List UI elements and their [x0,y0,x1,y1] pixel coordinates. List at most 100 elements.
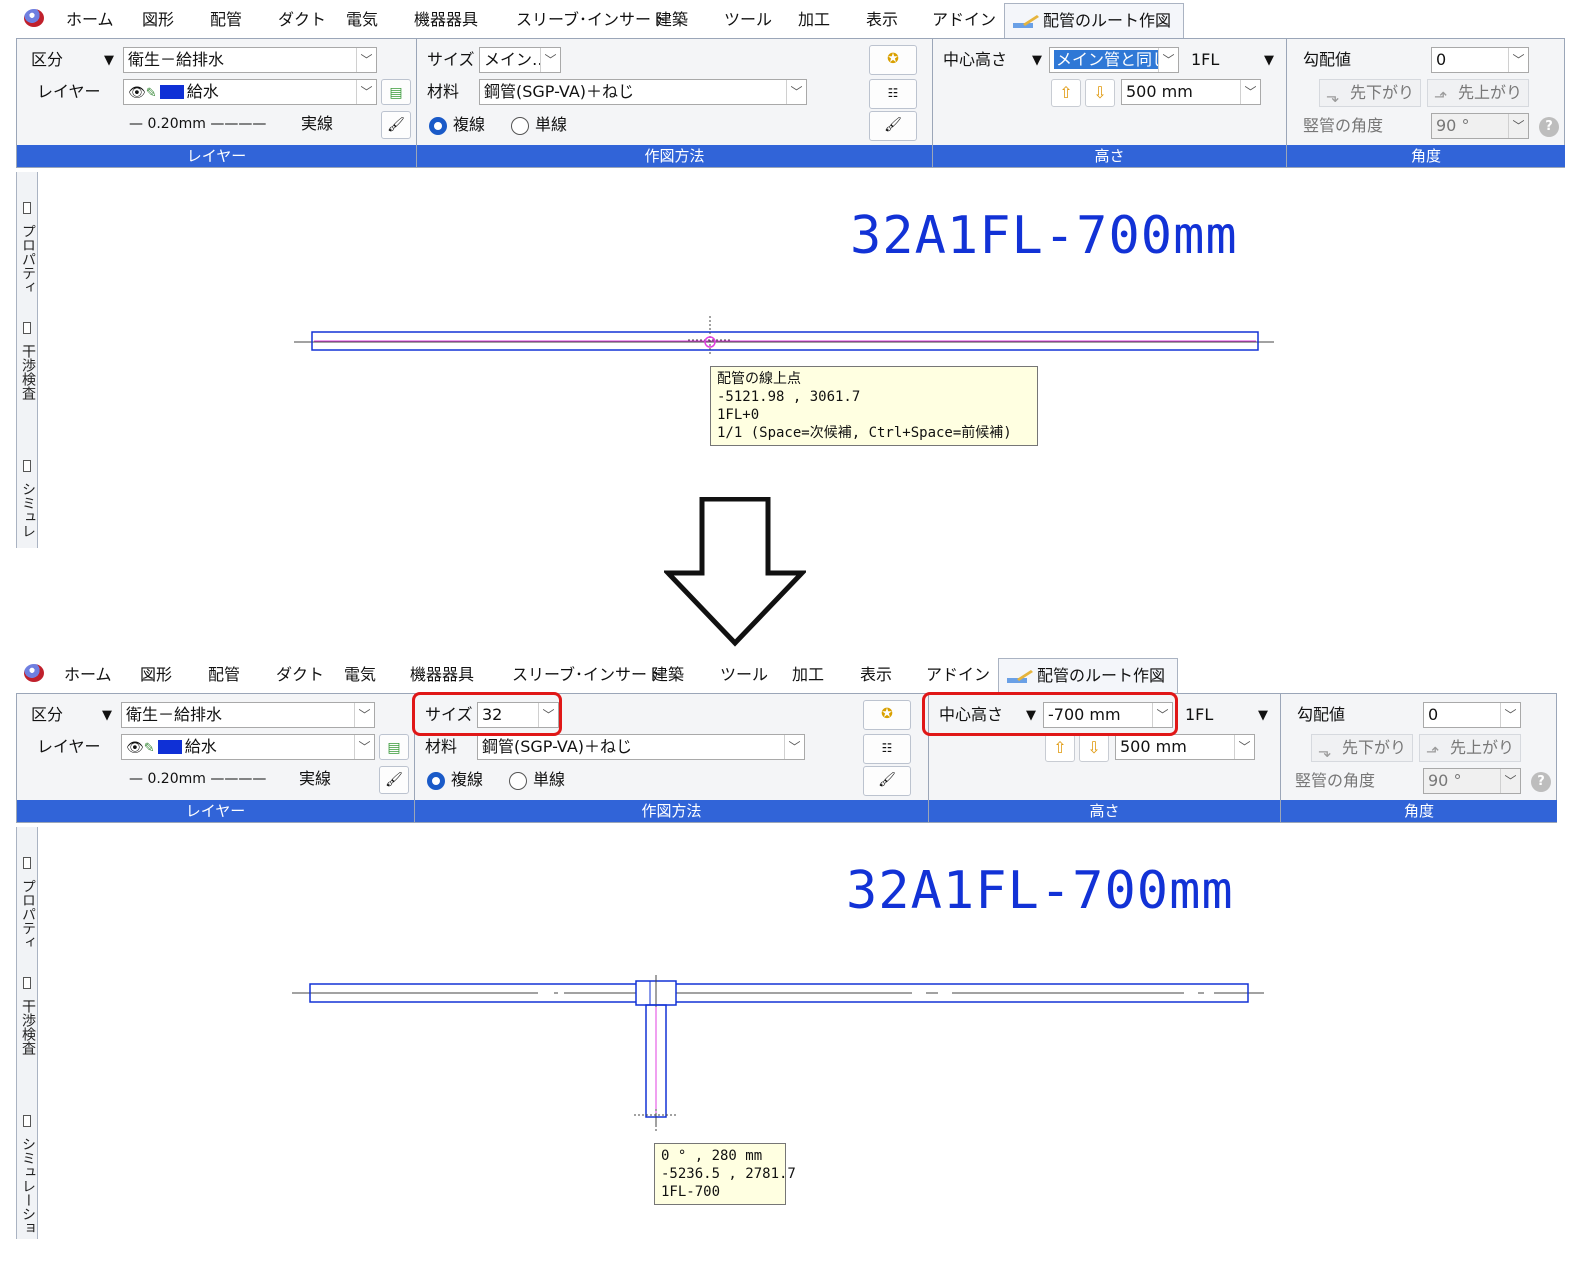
pin-icon[interactable] [23,857,31,869]
menu-duct[interactable]: ダクト [276,663,324,687]
pin-icon[interactable] [23,977,31,989]
menu-electric[interactable]: 電気 [344,663,376,687]
pin-icon[interactable] [23,460,31,472]
category-dropdown-icon[interactable]: ▼ [97,704,117,728]
floor-dropdown-icon[interactable]: ▼ [1253,704,1273,728]
settings-list-icon[interactable]: ☷ [869,79,917,109]
height-step-combo[interactable]: 500 mm ﹀ [1115,734,1255,760]
category-dropdown-icon[interactable]: ▼ [99,49,119,73]
menu-sleeve-insert[interactable]: スリーブ･インサート [512,663,663,687]
side-tab-interference[interactable]: 干渉検査 [17,999,38,1109]
smart-draw-icon[interactable]: ✪ [863,700,911,730]
menu-addin[interactable]: アドイン [932,8,996,32]
side-tab-property[interactable]: プロパティ [17,879,38,975]
tab-pipe-route-drawing[interactable]: 配管のルート作図 [1004,3,1185,39]
height-step-value: 500 mm [1126,82,1193,101]
floor-dropdown-icon[interactable]: ▼ [1259,49,1279,73]
menu-equipment[interactable]: 機器器具 [410,663,474,687]
drawing-canvas[interactable]: プロパティ 干渉検査 シミュレーション 32A1FL-700mm 0 ° , 2… [16,827,1576,1239]
drawing-area[interactable]: 32A1FL-700mm 配管の線上点 -5121.98 , 3061.7 1F… [38,172,1576,548]
menu-process[interactable]: 加工 [798,8,830,32]
app-logo-icon[interactable] [24,664,44,682]
material-value: 鋼管(SGP-VA)＋ねじ [484,82,635,101]
drawing-area[interactable]: 32A1FL-700mm 0 ° , 280 mm -5236.5 , 2781… [38,827,1576,1239]
menu-view[interactable]: 表示 [860,663,892,687]
radio-double-line[interactable] [427,772,445,790]
pin-icon[interactable] [23,202,31,214]
radio-double-line[interactable] [429,117,447,135]
center-height-combo[interactable]: メイン管と同じ ﹀ [1049,47,1179,73]
menu-sleeve-insert[interactable]: スリーブ･インサート [516,8,667,32]
material-combo[interactable]: 鋼管(SGP-VA)＋ねじ ﹀ [477,734,805,760]
layer-combo[interactable]: 👁✎ 給水 ﹀ [121,734,375,760]
menu-piping[interactable]: 配管 [208,663,240,687]
drawing-canvas[interactable]: プロパティ 干渉検査 シミュレ 32A1FL-700mm 配管の線上点 -512… [16,172,1576,548]
side-tab-simulation[interactable]: シミュレ [17,482,38,548]
layer-combo[interactable]: 👁✎ 給水 ﹀ [123,79,377,105]
vertical-angle-label: 竪管の角度 [1295,771,1376,790]
menu-tool[interactable]: ツール [724,8,772,32]
menu-view[interactable]: 表示 [866,8,898,32]
settings-list-icon[interactable]: ☷ [863,734,911,764]
dropper-icon[interactable]: 🖌 [869,111,917,141]
menu-shape[interactable]: 図形 [140,663,172,687]
menu-home[interactable]: ホーム [66,8,114,32]
pin-icon[interactable] [23,322,31,334]
menu-equipment[interactable]: 機器器具 [414,8,478,32]
menu-electric[interactable]: 電気 [346,8,378,32]
menu-architecture[interactable]: 建築 [652,663,684,687]
help-icon[interactable]: ? [1539,117,1559,137]
menu-shape[interactable]: 図形 [142,8,174,32]
slope-combo[interactable]: 0 ﹀ [1431,47,1529,73]
menu-tool[interactable]: ツール [720,663,768,687]
dropper-icon[interactable]: 🖌 [379,766,409,794]
center-height-label: 中心高さ [943,50,1008,69]
slope-down-button[interactable]: ⬎ 先下がり [1319,79,1422,107]
radio-single-line[interactable] [509,772,527,790]
side-tab-interference[interactable]: 干渉検査 [17,344,38,454]
radio-single-line[interactable] [511,117,529,135]
height-step-combo[interactable]: 500 mm ﹀ [1121,79,1261,105]
size-combo[interactable]: メイン… ﹀ [479,47,561,73]
height-down-icon[interactable]: ⇩ [1079,734,1109,762]
category-combo[interactable]: 衛生－給排水 ﹀ [123,47,377,73]
side-tab-property[interactable]: プロパティ [17,224,38,320]
slope-up-button[interactable]: ⬏ 先上がり [1419,734,1522,762]
layer-manager-icon[interactable]: ▤ [379,734,409,760]
dropper-icon[interactable]: 🖌 [863,766,911,796]
menu-process[interactable]: 加工 [792,663,824,687]
height-down-icon[interactable]: ⇩ [1085,79,1115,107]
slope-combo[interactable]: 0 ﹀ [1423,702,1521,728]
chevron-down-icon: ﹀ [1240,80,1260,104]
vertical-angle-combo[interactable]: 90 ° ﹀ [1423,768,1521,794]
chevron-down-icon: ﹀ [354,703,374,727]
chevron-down-icon: ﹀ [356,48,376,72]
menu-architecture[interactable]: 建築 [656,8,688,32]
layer-manager-icon[interactable]: ▤ [381,79,411,105]
menu-home[interactable]: ホーム [64,663,112,687]
side-tab-simulation[interactable]: シミュレーション [17,1137,38,1237]
help-icon[interactable]: ? [1531,772,1551,792]
pin-icon[interactable] [23,1115,31,1127]
vertical-angle-combo[interactable]: 90 ° ﹀ [1431,113,1529,139]
chevron-down-icon: ﹀ [354,735,374,759]
dropper-icon[interactable]: 🖌 [381,111,411,139]
tab-pipe-route-drawing[interactable]: 配管のルート作図 [998,658,1179,694]
ribbon: 区分 ▼ 衛生－給排水 ﹀ レイヤー 👁✎ 給水 ﹀ ▤ — 0.20mm ———— … [16,693,1557,823]
screenshot-before: ホーム 図形 配管 ダクト 電気 機器器具 スリーブ･インサート 建築 ツール … [0,0,1593,550]
layer-label: レイヤー [37,737,101,756]
smart-draw-icon[interactable]: ✪ [869,45,917,75]
material-combo[interactable]: 鋼管(SGP-VA)＋ねじ ﹀ [479,79,807,105]
menu-duct[interactable]: ダクト [278,8,326,32]
menu-addin[interactable]: アドイン [926,663,990,687]
height-up-icon[interactable]: ⇧ [1051,79,1081,107]
slope-down-button[interactable]: ⬎ 先下がり [1311,734,1414,762]
slope-up-button[interactable]: ⬏ 先上がり [1427,79,1530,107]
menu-piping[interactable]: 配管 [210,8,242,32]
app-logo-icon[interactable] [24,9,44,27]
layer-color-swatch [159,85,184,99]
center-height-dropdown-icon[interactable]: ▼ [1027,49,1047,73]
layer-group: 区分 ▼ 衛生－給排水 ﹀ レイヤー 👁✎ 給水 ﹀ ▤ — 0.20mm ———— … [17,39,417,167]
category-combo[interactable]: 衛生－給排水 ﹀ [121,702,375,728]
height-up-icon[interactable]: ⇧ [1045,734,1075,762]
